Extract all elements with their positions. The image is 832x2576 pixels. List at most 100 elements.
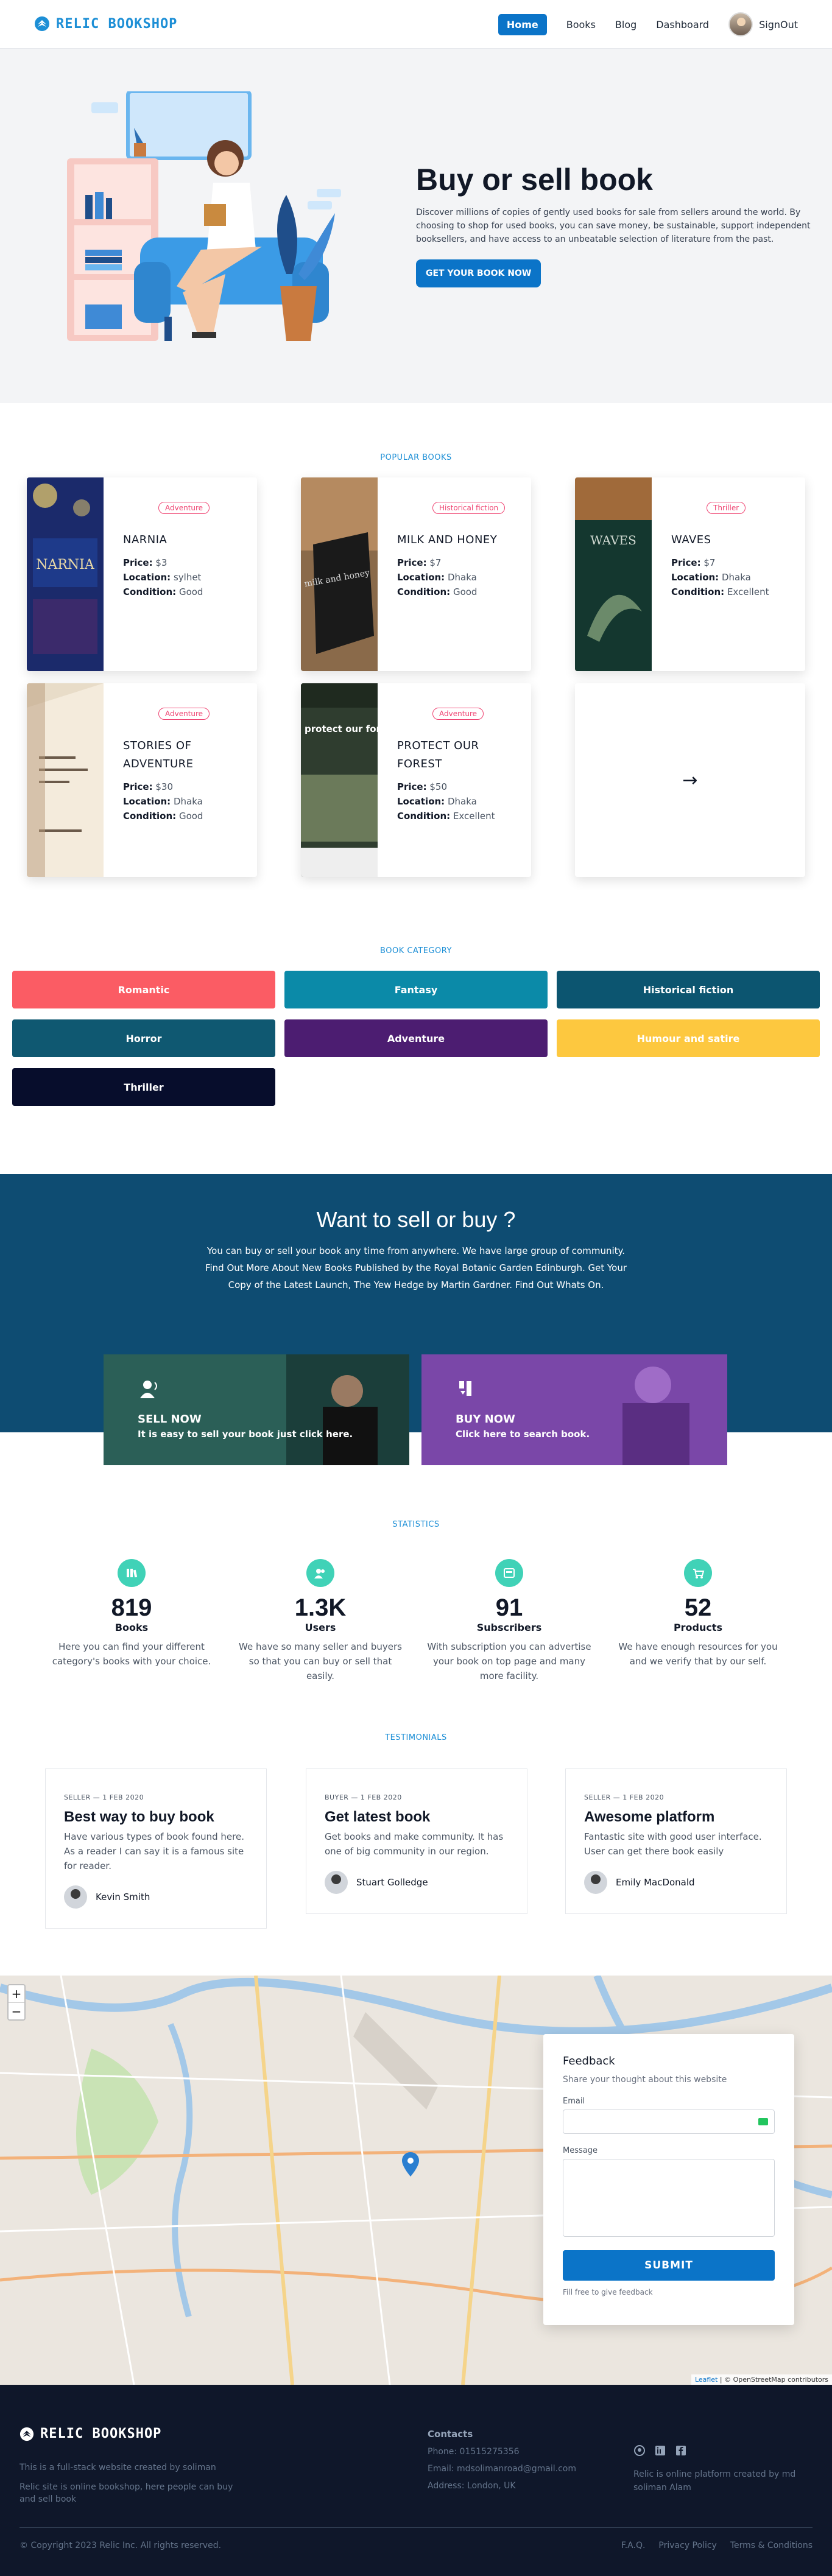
nav-books[interactable]: Books: [566, 19, 596, 30]
category-label: Thriller: [124, 1081, 164, 1093]
footer-links: F.A.Q. Privacy Policy Terms & Conditions: [621, 2541, 813, 2550]
buy-now-banner[interactable]: BUY NOW Click here to search book.: [421, 1354, 727, 1465]
footer-logo[interactable]: RELIC BOOKSHOP: [19, 2426, 161, 2441]
hero-title: Buy or sell book: [416, 163, 653, 197]
book-card[interactable]: WAVES Thriller WAVES Price: $7 Location:…: [575, 477, 805, 671]
github-icon[interactable]: [633, 2444, 646, 2457]
footer-divider: [19, 2527, 813, 2528]
sell-banner-photo: [104, 1354, 409, 1465]
stat-description: We have enough resources for you and we …: [618, 1641, 778, 1667]
price-label: Price:: [397, 781, 427, 792]
nav-dashboard[interactable]: Dashboard: [656, 19, 709, 30]
book-cover-waves: WAVES: [575, 477, 652, 671]
genre-tag: Adventure: [158, 502, 210, 514]
footer-link-privacy[interactable]: Privacy Policy: [658, 2541, 716, 2550]
category-humour-and-satire[interactable]: Humour and satire: [557, 1019, 820, 1057]
book-title: MILK AND HONEY: [397, 533, 498, 546]
zoom-control: + −: [7, 1984, 26, 2021]
book-category-label: BOOK CATEGORY: [380, 946, 452, 955]
arrow-right-icon: →: [682, 769, 698, 791]
category-horror[interactable]: Horror: [12, 1019, 275, 1057]
subscribers-icon: [495, 1559, 523, 1587]
book-cover-narnia: NARNIA: [27, 477, 104, 671]
book-card[interactable]: Adventure STORIES OF ADVENTURE Price: $3…: [27, 683, 257, 877]
testimonial-meta: BUYER — 1 FEB 2020: [325, 1793, 402, 1801]
category-fantasy[interactable]: Fantasy: [284, 971, 548, 1008]
map-pin-icon[interactable]: [402, 2152, 419, 2177]
book-title: STORIES OF ADVENTURE: [123, 739, 194, 770]
nav-blog[interactable]: Blog: [615, 19, 636, 30]
sell-now-title: SELL NOW: [138, 1413, 202, 1426]
book-condition: Good: [178, 586, 203, 597]
book-price: $30: [155, 781, 174, 792]
message-label: Message: [563, 2146, 598, 2155]
stat-products: 52 Products We have enough resources for…: [607, 1559, 789, 1669]
stat-number: 91: [495, 1594, 523, 1621]
condition-label: Condition:: [671, 586, 725, 597]
book-title: WAVES: [671, 533, 711, 546]
get-book-button[interactable]: GET YOUR BOOK NOW: [416, 259, 541, 287]
social-links: [633, 2444, 687, 2457]
avatar[interactable]: [728, 12, 753, 37]
contact-phone: Phone: 01515275356: [428, 2447, 520, 2457]
facebook-icon[interactable]: [675, 2444, 687, 2457]
osm-attribution: | © OpenStreetMap contributors: [717, 2376, 828, 2384]
linkedin-icon[interactable]: [654, 2444, 666, 2457]
category-label: Humour and satire: [636, 1032, 740, 1044]
footer-link-faq[interactable]: F.A.Q.: [621, 2541, 646, 2550]
zoom-out-button[interactable]: −: [9, 2002, 24, 2019]
testimonials-label: TESTIMONIALS: [385, 1733, 447, 1742]
more-books-card[interactable]: →: [575, 683, 805, 877]
category-romantic[interactable]: Romantic: [12, 971, 275, 1008]
category-thriller[interactable]: Thriller: [12, 1068, 275, 1106]
email-field[interactable]: [563, 2110, 775, 2134]
message-field[interactable]: [563, 2159, 775, 2237]
book-price: $3: [155, 557, 167, 568]
feedback-title: Feedback: [563, 2055, 615, 2067]
condition-label: Condition:: [123, 811, 177, 822]
book-card[interactable]: protect our forest Adventure PROTECT OUR…: [301, 683, 531, 877]
feedback-form: Feedback Share your thought about this w…: [543, 2034, 794, 2325]
location-label: Location:: [671, 572, 719, 583]
footer-brand: RELIC BOOKSHOP: [40, 2426, 162, 2441]
forest-cover-text: protect our forest: [305, 723, 378, 734]
hero-section: Buy or sell book Discover millions of co…: [0, 49, 832, 403]
email-label: Email: [563, 2097, 585, 2106]
stat-number: 819: [111, 1594, 152, 1621]
contact-email: Email: mdsolimanroad@gmail.com: [428, 2464, 576, 2474]
brand-logo[interactable]: RELIC BOOKSHOP: [34, 16, 177, 32]
price-label: Price:: [123, 557, 153, 568]
footer-link-terms[interactable]: Terms & Conditions: [730, 2541, 813, 2550]
signout-link[interactable]: SignOut: [759, 19, 798, 30]
book-card[interactable]: NARNIA Adventure NARNIA Price: $3 Locati…: [27, 477, 257, 671]
location-label: Location:: [123, 796, 171, 807]
category-adventure[interactable]: Adventure: [284, 1019, 548, 1057]
submit-button[interactable]: SUBMIT: [563, 2250, 775, 2281]
zoom-in-button[interactable]: +: [9, 1985, 24, 2002]
price-label: Price:: [671, 557, 701, 568]
feedback-note: Fill free to give feedback: [563, 2288, 653, 2296]
contact-address: Address: London, UK: [428, 2481, 516, 2491]
stat-description: Here you can find your different categor…: [52, 1641, 211, 1667]
book-location: Dhaka: [447, 572, 477, 583]
nav-links: Home Books Blog Dashboard SignOut: [498, 12, 798, 37]
book-card[interactable]: milk and honey Historical fiction MILK A…: [301, 477, 531, 671]
extension-icon[interactable]: [758, 2118, 768, 2125]
sell-now-banner[interactable]: SELL NOW It is easy to sell your book ju…: [104, 1354, 409, 1465]
user-menu[interactable]: SignOut: [728, 12, 798, 37]
users-icon: [306, 1559, 334, 1587]
book-condition: Excellent: [727, 586, 769, 597]
popular-books-label: POPULAR BOOKS: [380, 453, 452, 462]
genre-tag: Adventure: [432, 708, 484, 720]
book-price: $50: [429, 781, 448, 792]
category-label: Romantic: [118, 984, 170, 996]
hero-description: Discover millions of copies of gently us…: [416, 208, 811, 244]
testimonial-meta: SELLER — 1 FEB 2020: [64, 1793, 144, 1801]
stat-label: Books: [115, 1622, 149, 1633]
leaflet-link[interactable]: Leaflet: [695, 2376, 717, 2384]
category-historical-fiction[interactable]: Historical fiction: [557, 971, 820, 1008]
genre-tag: Historical fiction: [432, 502, 506, 514]
testimonial-title: Best way to buy book: [64, 1809, 214, 1825]
nav-home[interactable]: Home: [498, 13, 547, 35]
testimonial-text: Have various types of book found here. A…: [64, 1831, 244, 1871]
